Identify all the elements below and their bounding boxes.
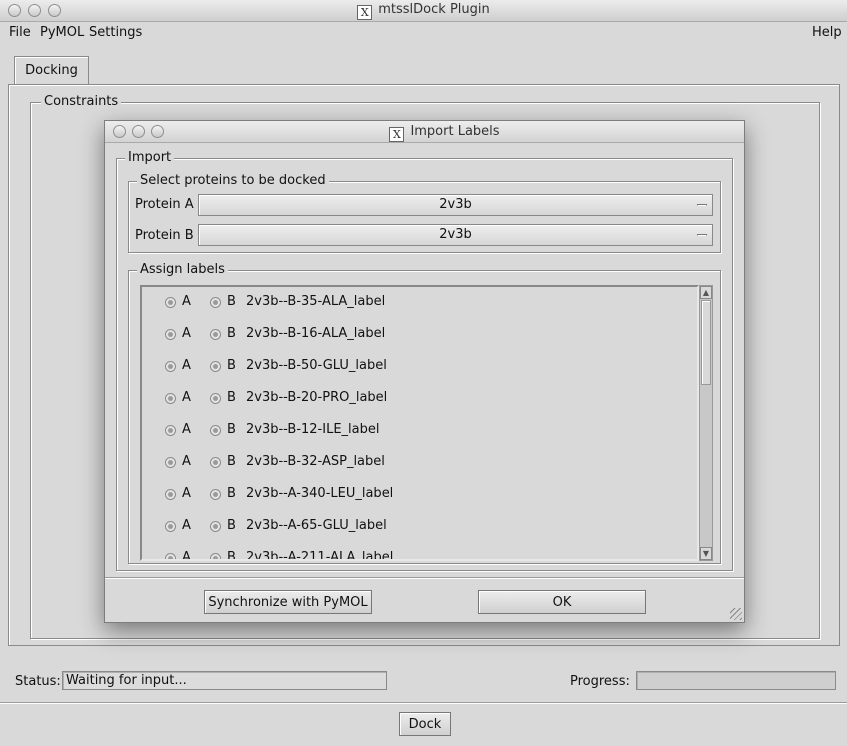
list-item: A B 2v3b--B-16-ALA_label	[142, 325, 682, 345]
menubar: File PyMOL Settings Help	[0, 22, 847, 44]
radio-a-label: A	[182, 550, 191, 561]
protein-a-label: Protein A	[135, 197, 194, 212]
label-name: 2v3b--A-211-ALA_label	[246, 550, 394, 561]
list-item: A B 2v3b--B-50-GLU_label	[142, 357, 682, 377]
radio-b-label: B	[227, 422, 236, 437]
radio-b-label: B	[227, 550, 236, 561]
label-name: 2v3b--B-16-ALA_label	[246, 326, 386, 341]
radio-a-label: A	[182, 518, 191, 533]
label-list-scrollbar[interactable]: ▲ ▼	[699, 285, 713, 561]
list-item: A B 2v3b--A-211-ALA_label	[142, 549, 682, 561]
import-labels-dialog: X Import Labels Import Select proteins to…	[104, 120, 745, 623]
label-name: 2v3b--B-20-PRO_label	[246, 390, 388, 405]
tab-docking[interactable]: Docking	[14, 56, 89, 85]
separator	[0, 702, 847, 703]
dropdown-indicator-icon	[697, 234, 707, 236]
menu-help[interactable]: Help	[812, 25, 842, 40]
protein-a-value: 2v3b	[439, 197, 472, 212]
list-item: A B 2v3b--A-340-LEU_label	[142, 485, 682, 505]
radio-a[interactable]	[165, 297, 176, 308]
radio-a[interactable]	[165, 329, 176, 340]
radio-b[interactable]	[210, 297, 221, 308]
radio-b[interactable]	[210, 457, 221, 468]
label-name: 2v3b--B-35-ALA_label	[246, 294, 386, 309]
protein-b-value: 2v3b	[439, 227, 472, 242]
dialog-separator	[105, 577, 744, 578]
radio-b[interactable]	[210, 489, 221, 500]
progress-label: Progress:	[570, 674, 630, 689]
radio-b[interactable]	[210, 425, 221, 436]
menu-file[interactable]: File	[9, 25, 31, 40]
radio-a[interactable]	[165, 489, 176, 500]
radio-b[interactable]	[210, 361, 221, 372]
radio-a-label: A	[182, 422, 191, 437]
resize-grip-icon[interactable]	[730, 608, 742, 620]
dock-button[interactable]: Dock	[399, 712, 451, 736]
radio-a[interactable]	[165, 425, 176, 436]
radio-b-label: B	[227, 454, 236, 469]
radio-b[interactable]	[210, 393, 221, 404]
label-name: 2v3b--B-50-GLU_label	[246, 358, 387, 373]
assign-labels-label: Assign labels	[137, 262, 228, 278]
list-item: A B 2v3b--A-65-GLU_label	[142, 517, 682, 537]
x11-icon: X	[389, 127, 405, 142]
synchronize-with-pymol-button[interactable]: Synchronize with PyMOL	[204, 590, 372, 614]
list-item: A B 2v3b--B-12-ILE_label	[142, 421, 682, 441]
label-name: 2v3b--B-12-ILE_label	[246, 422, 380, 437]
radio-b[interactable]	[210, 553, 221, 559]
radio-b[interactable]	[210, 329, 221, 340]
window-titlebar: XmtsslDock Plugin	[0, 0, 847, 22]
list-item: A B 2v3b--B-35-ALA_label	[142, 293, 682, 313]
list-item: A B 2v3b--B-20-PRO_label	[142, 389, 682, 409]
scroll-up-icon[interactable]: ▲	[700, 286, 712, 299]
constraints-label: Constraints	[41, 94, 122, 110]
label-list[interactable]: A B 2v3b--B-35-ALA_label A B 2v3b--B-16-ALA_l…	[140, 285, 699, 561]
protein-b-label: Protein B	[135, 228, 194, 243]
x11-icon: X	[357, 5, 373, 20]
list-item: A B 2v3b--B-32-ASP_label	[142, 453, 682, 473]
radio-a-label: A	[182, 390, 191, 405]
radio-a-label: A	[182, 294, 191, 309]
radio-a-label: A	[182, 486, 191, 501]
scroll-down-icon[interactable]: ▼	[700, 547, 712, 560]
radio-a-label: A	[182, 454, 191, 469]
radio-a-label: A	[182, 358, 191, 373]
radio-a[interactable]	[165, 457, 176, 468]
menu-settings[interactable]: Settings	[89, 25, 142, 40]
menu-pymol[interactable]: PyMOL	[40, 25, 84, 40]
protein-a-select[interactable]: 2v3b	[198, 194, 713, 216]
status-field: Waiting for input...	[62, 671, 387, 690]
select-proteins-label: Select proteins to be docked	[137, 173, 329, 189]
radio-b-label: B	[227, 294, 236, 309]
scrollbar-thumb[interactable]	[701, 300, 711, 385]
status-label: Status:	[15, 674, 61, 689]
radio-a-label: A	[182, 326, 191, 341]
radio-a[interactable]	[165, 553, 176, 559]
radio-b-label: B	[227, 390, 236, 405]
dialog-title: Import Labels	[410, 124, 500, 139]
import-group-label: Import	[125, 150, 175, 166]
radio-b-label: B	[227, 358, 236, 373]
radio-b[interactable]	[210, 521, 221, 532]
radio-a[interactable]	[165, 521, 176, 532]
dialog-titlebar: X Import Labels	[105, 121, 744, 143]
label-name: 2v3b--B-32-ASP_label	[246, 454, 385, 469]
radio-a[interactable]	[165, 361, 176, 372]
progress-bar	[636, 671, 836, 690]
label-name: 2v3b--A-65-GLU_label	[246, 518, 387, 533]
protein-b-select[interactable]: 2v3b	[198, 224, 713, 246]
ok-button[interactable]: OK	[478, 590, 646, 614]
radio-b-label: B	[227, 518, 236, 533]
window-title: mtsslDock Plugin	[378, 2, 490, 17]
radio-a[interactable]	[165, 393, 176, 404]
dropdown-indicator-icon	[697, 204, 707, 206]
radio-b-label: B	[227, 326, 236, 341]
label-name: 2v3b--A-340-LEU_label	[246, 486, 394, 501]
radio-b-label: B	[227, 486, 236, 501]
